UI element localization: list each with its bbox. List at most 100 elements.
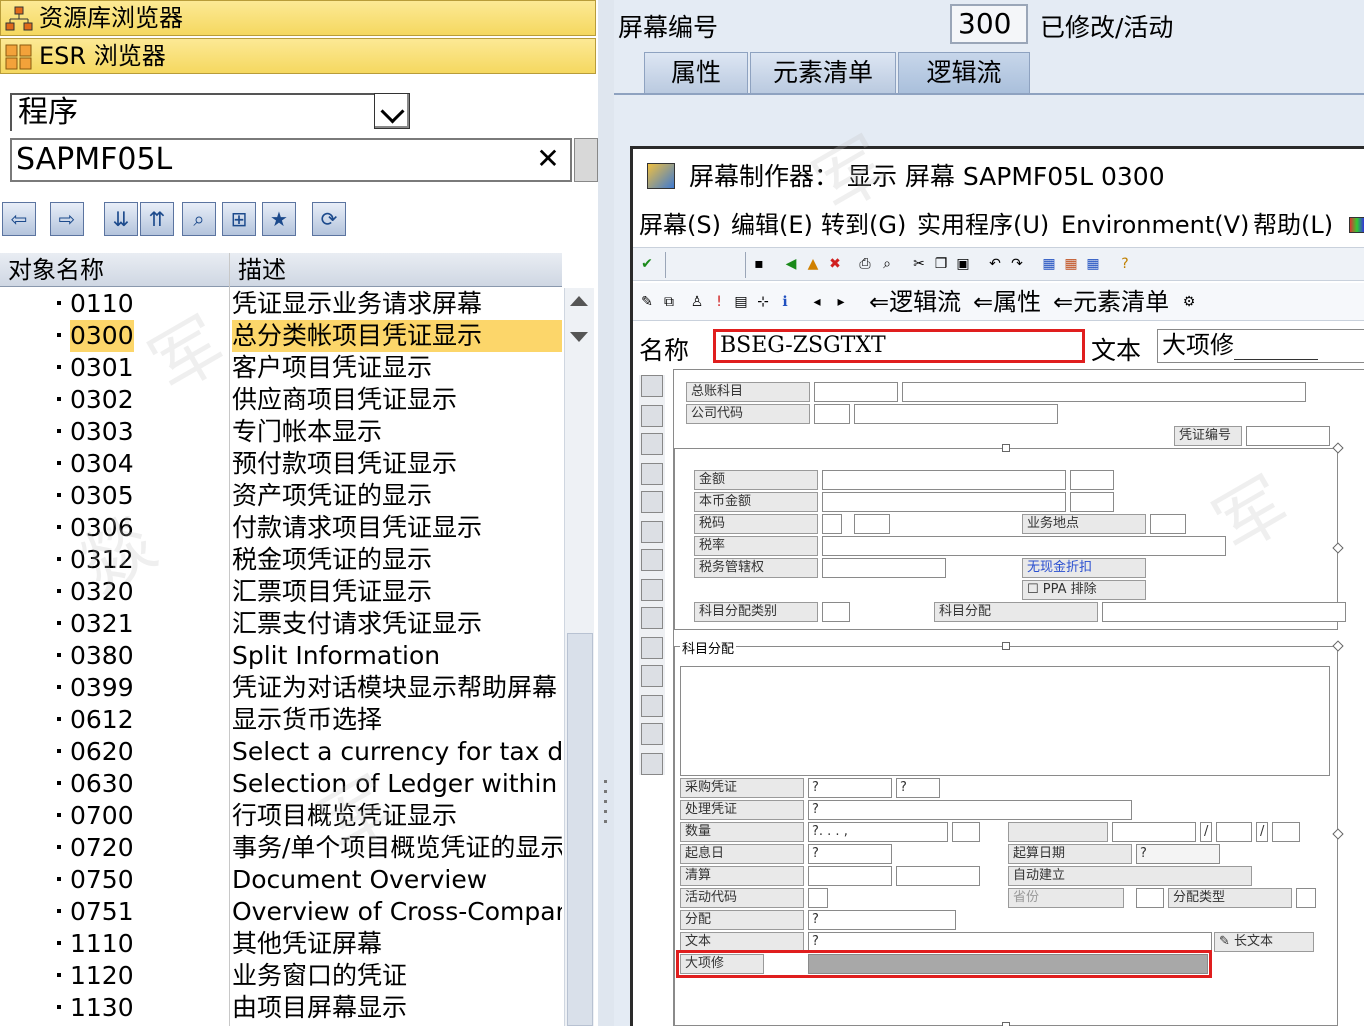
long-text-button[interactable]: ✎ 长文本 (1214, 932, 1314, 952)
tab-element-list[interactable]: 元素清单 (750, 52, 896, 94)
amount-label[interactable]: 金额 (694, 470, 818, 490)
screen-number-field[interactable]: 300 (950, 4, 1028, 44)
business-place-field[interactable] (1150, 514, 1186, 534)
undo-icon[interactable]: ↶ (987, 256, 1003, 272)
box-tool-icon[interactable] (641, 607, 663, 629)
list-item[interactable]: 0630 Selection of Ledger within General (0, 768, 562, 800)
auto-create-label[interactable]: 自动建立 (1008, 866, 1252, 886)
input-side-button[interactable] (574, 138, 598, 182)
object-type-dropdown[interactable]: 程序 (10, 93, 410, 131)
activate-icon[interactable]: ! (711, 294, 727, 310)
object-name-input[interactable]: SAPMF05L (10, 138, 572, 182)
name-field[interactable]: BSEG-ZSGTXT (713, 329, 1085, 363)
collapse-icon[interactable]: ⇈ (140, 202, 174, 236)
purchase-doc-field[interactable]: ? (808, 778, 892, 798)
list-item[interactable]: 0303 专门帐本显示 (0, 416, 562, 448)
local-amount-field[interactable] (822, 492, 1066, 512)
acct-assign-cat-label[interactable]: 科目分配类别 (694, 602, 818, 622)
list-item[interactable]: 0302 供应商项目凭证显示 (0, 384, 562, 416)
menu-utilities[interactable]: 实用程序(U) (917, 205, 1049, 245)
clearing-field-a[interactable] (808, 866, 892, 886)
clearing-field-b[interactable] (896, 866, 980, 886)
qty-field-c[interactable] (1272, 822, 1300, 842)
test-icon[interactable]: ▤ (733, 294, 749, 310)
purchase-doc-label[interactable]: 采购凭证 (680, 778, 804, 798)
chevron-down-icon[interactable] (374, 93, 410, 129)
menu-help[interactable]: 帮助(L) (1253, 205, 1333, 245)
gl-account-text-field[interactable] (902, 382, 1306, 402)
cancel-icon[interactable]: ✖ (827, 256, 843, 272)
text-field-layout[interactable]: ? (808, 932, 1212, 952)
province-label[interactable]: 省份 (1008, 888, 1124, 908)
list-item[interactable]: 0620 Select a currency for tax display (0, 736, 562, 768)
tax-code-field[interactable] (822, 514, 842, 534)
clearing-label[interactable]: 清算 (680, 866, 804, 886)
find-icon[interactable]: ⌕ (879, 256, 895, 272)
table-control-icon[interactable] (641, 665, 663, 687)
province-field[interactable] (1136, 888, 1164, 908)
acct-assign-cat-field[interactable] (822, 602, 850, 622)
custom-control-icon[interactable] (641, 723, 663, 745)
acct-assign-label[interactable]: 科目分配 (934, 602, 1098, 622)
other-object-icon[interactable]: ⧉ (661, 294, 677, 310)
pane-splitter[interactable] (598, 0, 614, 1026)
text-field[interactable]: 大项修 (1157, 329, 1364, 363)
checkbox-tool-icon[interactable] (641, 463, 663, 485)
link-attributes[interactable]: ⇐属性 (973, 283, 1041, 321)
cut-icon[interactable]: ✂ (911, 256, 927, 272)
check-syntax-icon[interactable]: ♙ (689, 294, 705, 310)
tab-attributes[interactable]: 属性 (644, 52, 748, 94)
tax-jurisdiction-label[interactable]: 税务管辖权 (694, 558, 818, 578)
acct-assign-field[interactable] (1102, 602, 1346, 622)
activity-code-field[interactable] (808, 888, 828, 908)
company-code-label[interactable]: 公司代码 (686, 404, 810, 424)
list-item[interactable]: 0380 Split Information (0, 640, 562, 672)
refresh-icon[interactable]: ⟳ (312, 202, 346, 236)
repository-browser-header[interactable]: 资源库浏览器 (0, 0, 596, 36)
hierarchy-add-icon[interactable]: ⊞ (222, 202, 256, 236)
value-date-field[interactable]: ? (808, 844, 892, 864)
print-icon[interactable]: ⎙ (857, 256, 873, 272)
settings-icon[interactable]: ⚙ (1181, 294, 1197, 310)
tax-rate-label[interactable]: 税率 (694, 536, 818, 556)
text-tool-icon[interactable] (641, 405, 663, 427)
subscreen-area[interactable] (680, 666, 1330, 776)
check-icon[interactable]: ✔ (639, 256, 655, 272)
status-icon-tool[interactable] (641, 753, 663, 775)
list-item[interactable]: 0305 资产项凭证的显示 (0, 480, 562, 512)
calc-date-field[interactable]: ? (1136, 844, 1220, 864)
where-used-icon[interactable]: ⊹ (755, 294, 771, 310)
assignment-field[interactable]: ? (808, 910, 956, 930)
input-tool-icon[interactable] (641, 433, 663, 455)
cash-discount-label[interactable]: 无现金折扣 (1022, 558, 1146, 578)
list-item[interactable]: 1120 业务窗口的凭证 (0, 960, 562, 992)
list-item[interactable]: 0110 凭证显示业务请求屏幕 (0, 288, 562, 320)
tabstrip-wizard-icon[interactable] (641, 579, 663, 601)
list-item[interactable]: 1110 其他凭证屏幕 (0, 928, 562, 960)
vertical-scrollbar[interactable] (564, 288, 594, 1026)
tab-flow-logic[interactable]: 逻辑流 (898, 52, 1030, 94)
doc-number-label[interactable]: 凭证编号 (1174, 426, 1242, 446)
back-arrow-icon[interactable]: ⇦ (2, 202, 36, 236)
business-place-label[interactable]: 业务地点 (1022, 514, 1146, 534)
menu-environment[interactable]: Environment(V) (1061, 205, 1249, 245)
blank-label[interactable] (1008, 822, 1108, 842)
push-button-tool-icon[interactable] (641, 521, 663, 543)
window-icon[interactable]: ▦ (1041, 256, 1057, 272)
tax-jurisdiction-field[interactable] (822, 558, 946, 578)
process-doc-field[interactable]: ? (808, 800, 1132, 820)
next-icon[interactable]: ▸ (833, 294, 849, 310)
help-icon[interactable]: ? (1117, 256, 1133, 272)
link-element-list[interactable]: ⇐元素清单 (1053, 283, 1169, 321)
list-item[interactable]: 0750 Document Overview (0, 864, 562, 896)
subscreen-tool-icon[interactable] (641, 637, 663, 659)
window2-icon[interactable]: ▦ (1063, 256, 1079, 272)
prev-icon[interactable]: ◂ (809, 294, 825, 310)
list-item[interactable]: 0700 行项目概览凭证显示 (0, 800, 562, 832)
amount-field[interactable] (822, 470, 1066, 490)
local-amount-label[interactable]: 本币金额 (694, 492, 818, 512)
tabstrip-tool-icon[interactable] (641, 549, 663, 571)
save-icon[interactable]: ▪ (751, 256, 767, 272)
quantity-field[interactable]: ?. . . , (808, 822, 948, 842)
pointer-tool-icon[interactable] (641, 375, 663, 397)
